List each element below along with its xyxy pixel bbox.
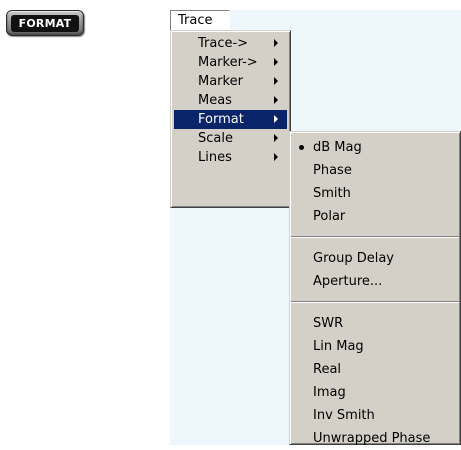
submenu-arrow-icon bbox=[274, 115, 278, 123]
format-item-label: Real bbox=[313, 362, 342, 377]
format-item-phase[interactable]: Phase bbox=[290, 159, 460, 182]
format-item-lin-mag[interactable]: Lin Mag bbox=[290, 335, 460, 358]
format-item-polar[interactable]: Polar bbox=[290, 205, 460, 228]
format-item-label: Polar bbox=[313, 209, 346, 224]
submenu-arrow-icon bbox=[274, 134, 278, 142]
format-item-label: Aperture... bbox=[313, 274, 383, 289]
submenu-arrow-icon bbox=[274, 96, 278, 104]
format-item-label: Imag bbox=[313, 385, 346, 400]
menu-item-format[interactable]: Format bbox=[174, 110, 287, 129]
format-item-aperture[interactable]: Aperture... bbox=[290, 270, 460, 293]
radio-bullet-icon bbox=[299, 145, 304, 150]
format-item-label: Phase bbox=[313, 163, 352, 178]
menu-item-marker-submenu[interactable]: Marker-> bbox=[174, 53, 287, 72]
menu-item-label: Lines bbox=[198, 150, 232, 165]
menu-item-label: Format bbox=[198, 112, 244, 127]
format-item-db-mag[interactable]: dB Mag bbox=[290, 136, 460, 159]
format-item-imag[interactable]: Imag bbox=[290, 381, 460, 404]
menu-item-label: Scale bbox=[198, 131, 233, 146]
format-hardkey-button[interactable]: FORMAT bbox=[6, 10, 84, 36]
trace-menu: Trace-> Marker-> Marker Meas Format Scal… bbox=[170, 30, 291, 208]
menu-item-label: Marker-> bbox=[198, 55, 258, 70]
format-submenu: dB Mag Phase Smith Polar Group Delay Ape… bbox=[289, 131, 461, 446]
submenu-arrow-icon bbox=[274, 153, 278, 161]
menu-item-label: Trace-> bbox=[198, 36, 249, 51]
format-item-label: SWR bbox=[313, 316, 344, 331]
format-item-smith[interactable]: Smith bbox=[290, 182, 460, 205]
format-hardkey-label: FORMAT bbox=[11, 14, 79, 32]
menubar-trace[interactable]: Trace bbox=[170, 10, 230, 31]
submenu-arrow-icon bbox=[274, 77, 278, 85]
menu-item-label: Meas bbox=[198, 93, 232, 108]
format-item-inv-smith[interactable]: Inv Smith bbox=[290, 404, 460, 427]
format-item-group-delay[interactable]: Group Delay bbox=[290, 247, 460, 270]
format-item-label: Lin Mag bbox=[313, 339, 364, 354]
format-item-label: dB Mag bbox=[313, 140, 362, 155]
format-item-unwrapped-phase[interactable]: Unwrapped Phase bbox=[290, 427, 460, 450]
format-item-label: Group Delay bbox=[313, 251, 394, 266]
menu-item-scale[interactable]: Scale bbox=[174, 129, 287, 148]
format-item-label: Inv Smith bbox=[313, 408, 375, 423]
menu-separator bbox=[291, 236, 459, 238]
menu-item-marker[interactable]: Marker bbox=[174, 72, 287, 91]
format-item-real[interactable]: Real bbox=[290, 358, 460, 381]
menu-item-lines[interactable]: Lines bbox=[174, 148, 287, 167]
format-item-swr[interactable]: SWR bbox=[290, 312, 460, 335]
submenu-arrow-icon bbox=[274, 39, 278, 47]
format-item-label: Unwrapped Phase bbox=[313, 431, 431, 446]
menu-item-meas[interactable]: Meas bbox=[174, 91, 287, 110]
menu-item-label: Marker bbox=[198, 74, 243, 89]
format-item-label: Smith bbox=[313, 186, 351, 201]
submenu-arrow-icon bbox=[274, 58, 278, 66]
menu-item-trace-submenu[interactable]: Trace-> bbox=[174, 34, 287, 53]
menu-separator bbox=[291, 301, 459, 303]
